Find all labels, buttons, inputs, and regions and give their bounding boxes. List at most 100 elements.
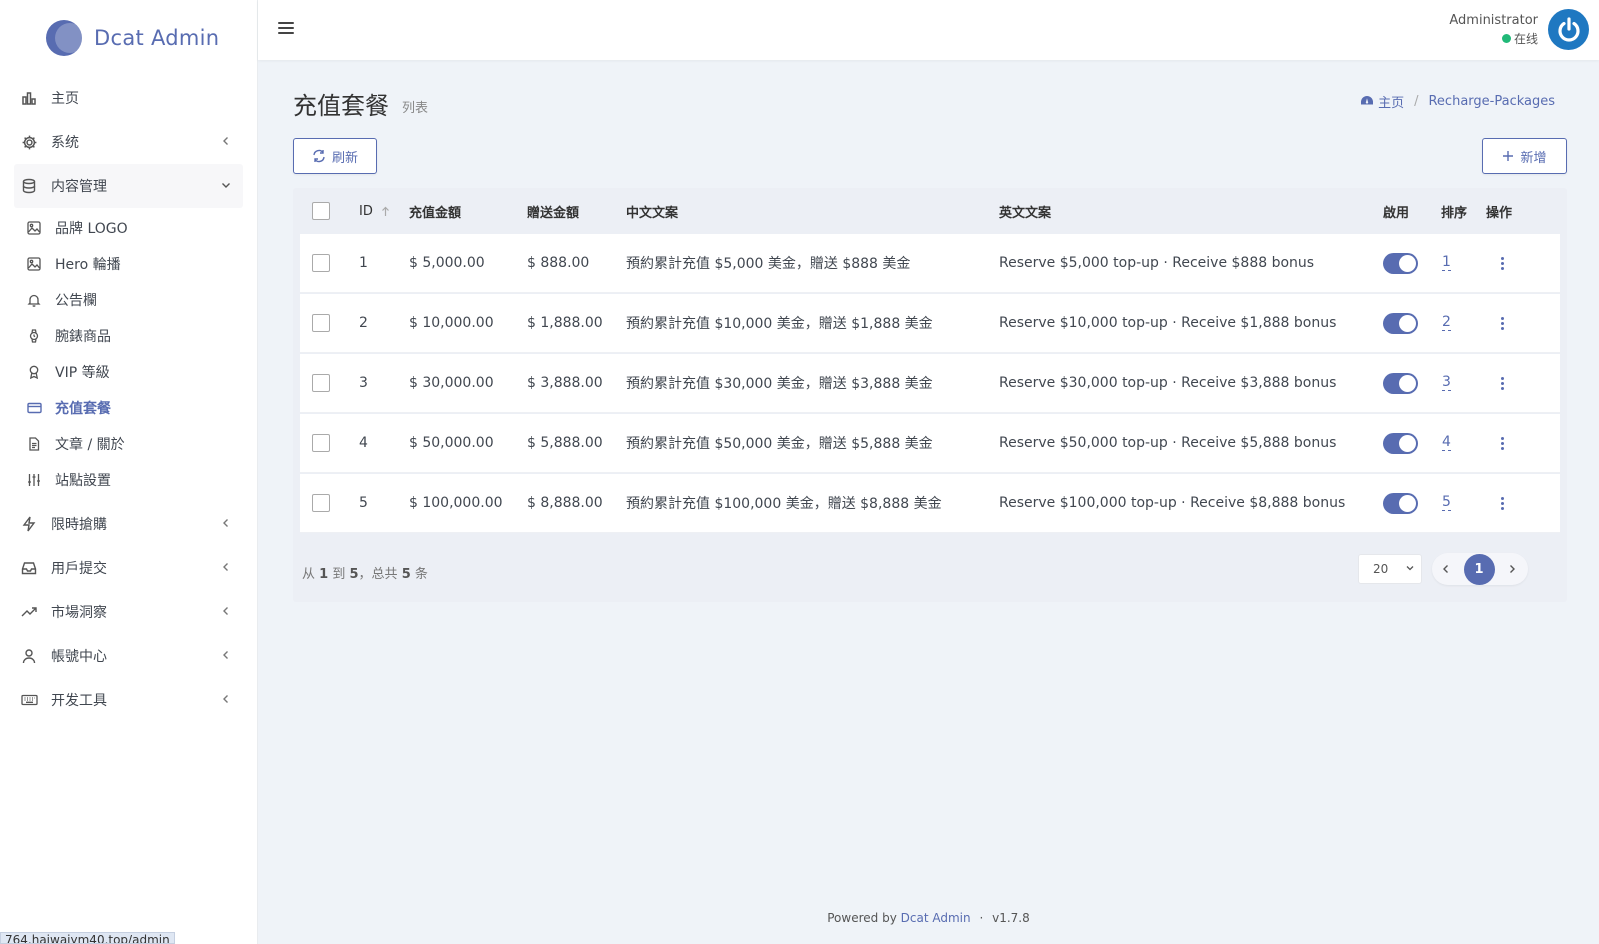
row-checkbox[interactable] — [312, 234, 330, 292]
enabled-toggle[interactable] — [1383, 414, 1418, 472]
sidebar-item-content[interactable]: 内容管理 — [14, 164, 243, 208]
row-checkbox[interactable] — [312, 474, 330, 532]
row-checkbox[interactable] — [312, 354, 330, 412]
cell-zh-copy: 預約累計充值 $10,000 美金，贈送 $1,888 美金 — [626, 316, 933, 332]
cell-bonus: $ 888.00 — [527, 255, 590, 271]
user-name: Administrator — [1449, 13, 1538, 28]
bell-icon — [26, 292, 42, 308]
cell-id: 1 — [359, 255, 368, 271]
header-actions: 操作 — [1486, 205, 1513, 221]
chevron-down-icon — [219, 178, 233, 192]
sidebar-item-hero[interactable]: Hero 輪播 — [14, 246, 257, 282]
header-amount: 充值金額 — [409, 205, 462, 221]
sort-arrow-icon[interactable] — [381, 206, 390, 217]
select-all-checkbox[interactable] — [312, 188, 330, 234]
per-page-select[interactable]: 20 — [1358, 554, 1422, 584]
cell-en-copy: Reserve $10,000 top-up · Receive $1,888 … — [999, 315, 1337, 331]
footer-powered-by: Powered by — [827, 911, 897, 925]
sidebar-item-watches[interactable]: 腕錶商品 — [14, 318, 257, 354]
row-checkbox[interactable] — [312, 294, 330, 352]
user-info: Administrator 在线 — [1449, 12, 1538, 47]
user-status-label: 在线 — [1513, 32, 1538, 46]
menu-toggle-icon[interactable] — [278, 20, 294, 36]
card-icon — [26, 400, 42, 416]
pagination: 1 — [1432, 553, 1528, 585]
enabled-toggle[interactable] — [1383, 474, 1418, 532]
sidebar-item-label: Hero 輪播 — [55, 257, 121, 273]
order-link[interactable]: 1 — [1442, 234, 1451, 292]
sidebar-item-home[interactable]: 主页 — [14, 76, 243, 120]
sidebar-item-announcement[interactable]: 公告欄 — [14, 282, 257, 318]
table-header: ID 充值金額 贈送金額 中文文案 英文文案 啟用 排序 操作 — [293, 188, 1567, 234]
sidebar: Dcat Admin 主页 系统 内容管理 品牌 LOGO Hero 輪播 公告… — [0, 0, 258, 944]
image-icon — [26, 256, 42, 272]
sidebar-item-label: 站點設置 — [55, 473, 111, 489]
sidebar-item-market[interactable]: 市場洞察 — [14, 590, 243, 634]
lightning-icon — [20, 515, 38, 533]
page-1-button[interactable]: 1 — [1463, 553, 1495, 585]
cell-en-copy: Reserve $30,000 top-up · Receive $3,888 … — [999, 375, 1337, 391]
sidebar-item-label: 品牌 LOGO — [55, 221, 128, 237]
gear-icon — [20, 133, 38, 151]
sidebar-nav-more: 限時搶購 用戶提交 市場洞察 帳號中心 开发工具 — [0, 502, 257, 722]
chevron-left-icon — [219, 648, 233, 662]
user-status: 在线 — [1449, 30, 1538, 47]
refresh-label: 刷新 — [331, 150, 358, 166]
sliders-icon — [26, 472, 42, 488]
page-subtitle: 列表 — [402, 101, 429, 116]
header-id[interactable]: ID — [359, 188, 390, 234]
row-actions-icon[interactable] — [1501, 294, 1504, 352]
enabled-toggle[interactable] — [1383, 354, 1418, 412]
cell-en-copy: Reserve $5,000 top-up · Receive $888 bon… — [999, 255, 1315, 271]
sidebar-item-recharge[interactable]: 充值套餐 — [14, 390, 257, 426]
sidebar-item-vip[interactable]: VIP 等級 — [14, 354, 257, 390]
prev-page-icon[interactable] — [1442, 564, 1450, 574]
sidebar-item-label: 用戶提交 — [51, 561, 107, 577]
sidebar-item-flash-sale[interactable]: 限時搶購 — [14, 502, 243, 546]
table-row: 3 $ 30,000.00 $ 3,888.00 預約累計充值 $30,000 … — [300, 354, 1560, 413]
row-actions-icon[interactable] — [1501, 414, 1504, 472]
sidebar-item-system[interactable]: 系统 — [14, 120, 243, 164]
cell-amount: $ 5,000.00 — [409, 255, 485, 271]
summary-total-label: ，总共 — [358, 567, 398, 582]
cell-id: 4 — [359, 435, 368, 451]
enabled-toggle[interactable] — [1383, 294, 1418, 352]
summary-to-label: 到 — [332, 567, 346, 582]
order-link[interactable]: 3 — [1442, 354, 1451, 412]
footer-link[interactable]: Dcat Admin — [901, 911, 971, 925]
row-actions-icon[interactable] — [1501, 474, 1504, 532]
sidebar-item-articles[interactable]: 文章 / 關於 — [14, 426, 257, 462]
header-en-copy: 英文文案 — [999, 205, 1052, 221]
user-icon — [20, 647, 38, 665]
breadcrumb-separator: / — [1414, 94, 1419, 109]
chevron-left-icon — [219, 692, 233, 706]
sidebar-item-label: 公告欄 — [55, 293, 97, 309]
next-page-icon[interactable] — [1508, 564, 1516, 574]
order-link[interactable]: 5 — [1442, 474, 1451, 532]
row-actions-icon[interactable] — [1501, 354, 1504, 412]
enabled-toggle[interactable] — [1383, 234, 1418, 292]
sidebar-item-dev-tools[interactable]: 开发工具 — [14, 678, 243, 722]
logo-icon — [46, 20, 82, 56]
sidebar-item-label: VIP 等級 — [55, 365, 110, 381]
brand[interactable]: Dcat Admin — [0, 0, 257, 76]
data-table: ID 充值金額 贈送金額 中文文案 英文文案 啟用 排序 操作 1 $ 5,00… — [293, 188, 1567, 602]
sidebar-item-site-settings[interactable]: 站點設置 — [14, 462, 257, 498]
user-menu[interactable]: Administrator 在线 — [1449, 9, 1589, 50]
cell-zh-copy: 預約累計充值 $30,000 美金，贈送 $3,888 美金 — [626, 376, 933, 392]
order-link[interactable]: 4 — [1442, 414, 1451, 472]
refresh-button[interactable]: 刷新 — [293, 138, 377, 174]
row-actions-icon[interactable] — [1501, 234, 1504, 292]
order-link[interactable]: 2 — [1442, 294, 1451, 352]
footer: Powered by Dcat Admin · v1.7.8 — [258, 911, 1599, 925]
per-page-value: 20 — [1373, 562, 1389, 576]
avatar[interactable] — [1548, 9, 1589, 50]
breadcrumb: 主页 / Recharge-Packages — [1360, 92, 1555, 111]
sidebar-item-submissions[interactable]: 用戶提交 — [14, 546, 243, 590]
summary-prefix: 从 — [302, 567, 316, 582]
new-button[interactable]: 新增 — [1482, 138, 1567, 174]
breadcrumb-home[interactable]: 主页 — [1378, 92, 1404, 111]
row-checkbox[interactable] — [312, 414, 330, 472]
sidebar-item-brand-logo[interactable]: 品牌 LOGO — [14, 210, 257, 246]
sidebar-item-account[interactable]: 帳號中心 — [14, 634, 243, 678]
